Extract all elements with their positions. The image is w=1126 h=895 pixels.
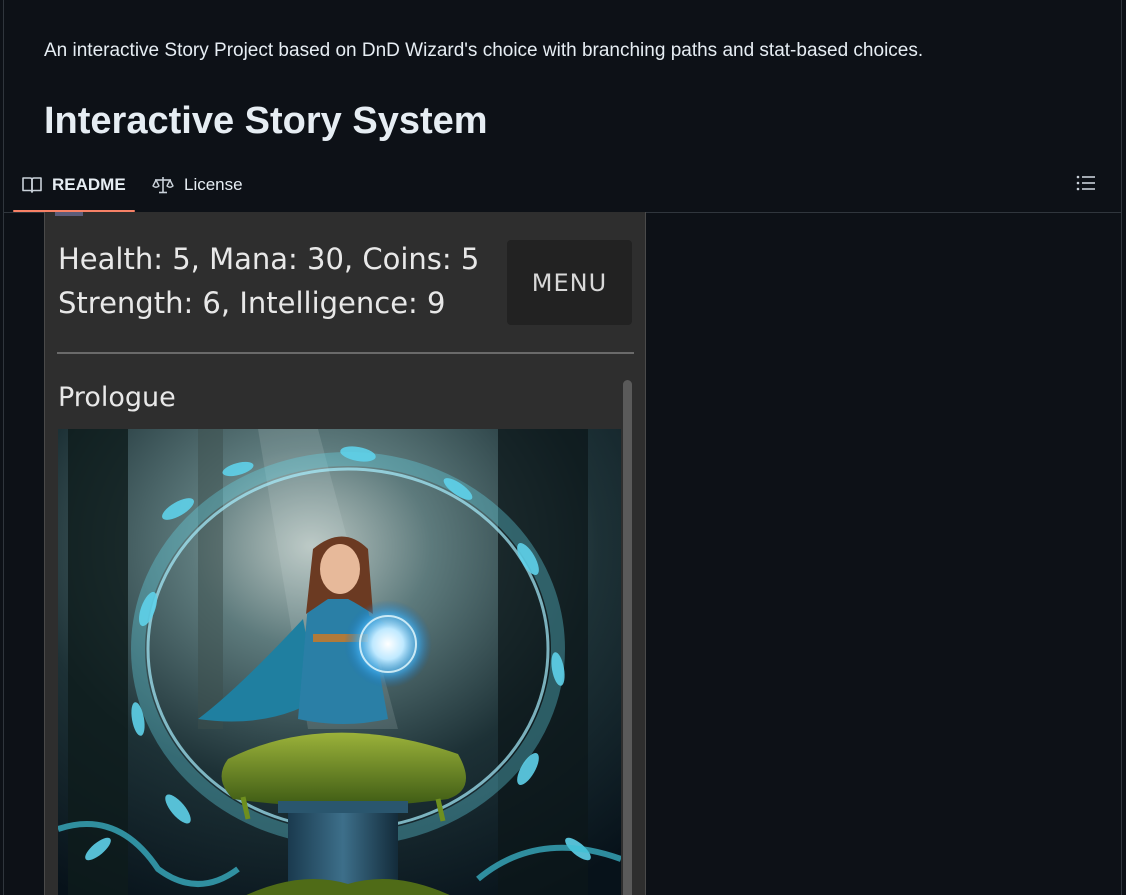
tab-readme[interactable]: README	[13, 160, 135, 212]
tab-license[interactable]: License	[152, 160, 243, 210]
readme-heading: Interactive Story System	[44, 100, 488, 142]
list-icon	[1076, 174, 1096, 197]
divider	[57, 352, 634, 354]
outline-button[interactable]	[1073, 172, 1099, 198]
game-screenshot: Health: 5, Mana: 30, Coins: 5 Strength: …	[44, 212, 646, 895]
tab-readme-label: README	[52, 175, 126, 194]
wizard-illustration	[58, 429, 621, 895]
book-icon	[22, 176, 42, 194]
scale-icon	[152, 176, 174, 194]
cropped-title-fragment	[55, 212, 83, 216]
stats-line-2: Strength: 6, Intelligence: 9	[58, 286, 446, 320]
readme-tabbar: README License	[4, 160, 1121, 213]
tab-license-label: License	[184, 175, 243, 194]
repo-description: An interactive Story Project based on Dn…	[44, 40, 924, 61]
scrollbar-thumb	[623, 380, 632, 895]
chapter-title: Prologue	[58, 382, 176, 413]
menu-button: MENU	[507, 240, 632, 325]
stats-line-1: Health: 5, Mana: 30, Coins: 5	[58, 242, 480, 276]
